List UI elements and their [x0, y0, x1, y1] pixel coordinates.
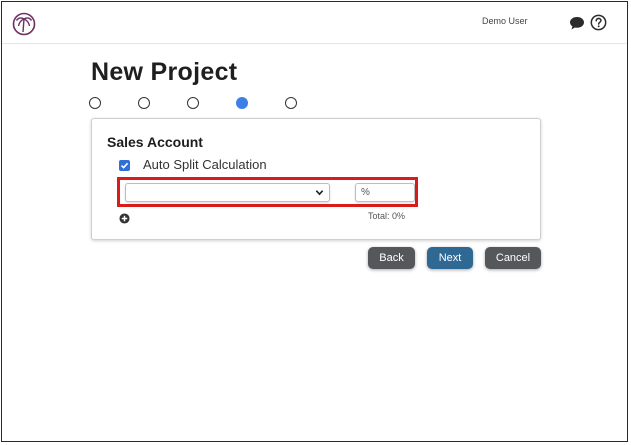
percent-input[interactable]: % [355, 183, 415, 202]
back-button[interactable]: Back [368, 247, 415, 269]
check-icon [120, 162, 129, 169]
account-select[interactable] [125, 183, 330, 202]
top-bar: Demo User [2, 2, 627, 44]
user-name[interactable]: Demo User [482, 16, 528, 26]
chevron-down-icon [315, 190, 324, 196]
auto-split-label[interactable]: Auto Split Calculation [143, 157, 267, 172]
highlight-box: % [117, 177, 418, 207]
auto-split-checkbox[interactable] [119, 160, 130, 171]
next-button[interactable]: Next [427, 247, 473, 269]
sales-account-card: Sales Account Auto Split Calculation % T… [91, 118, 541, 240]
palm-logo-icon[interactable] [12, 12, 36, 36]
page-title: New Project [91, 58, 238, 86]
wizard-step-2[interactable] [138, 97, 150, 109]
wizard-step-3[interactable] [187, 97, 199, 109]
sales-account-title: Sales Account [107, 134, 203, 150]
help-icon[interactable] [590, 14, 607, 31]
total-percent: Total: 0% [368, 211, 406, 221]
wizard-step-1[interactable] [89, 97, 101, 109]
add-row-icon[interactable] [119, 213, 130, 224]
wizard-step-5[interactable] [285, 97, 297, 109]
cancel-button[interactable]: Cancel [485, 247, 541, 269]
wizard-step-4[interactable] [236, 97, 248, 109]
app-window: Demo User New Project Sales Account Auto… [1, 1, 628, 442]
chat-icon[interactable] [569, 15, 585, 31]
